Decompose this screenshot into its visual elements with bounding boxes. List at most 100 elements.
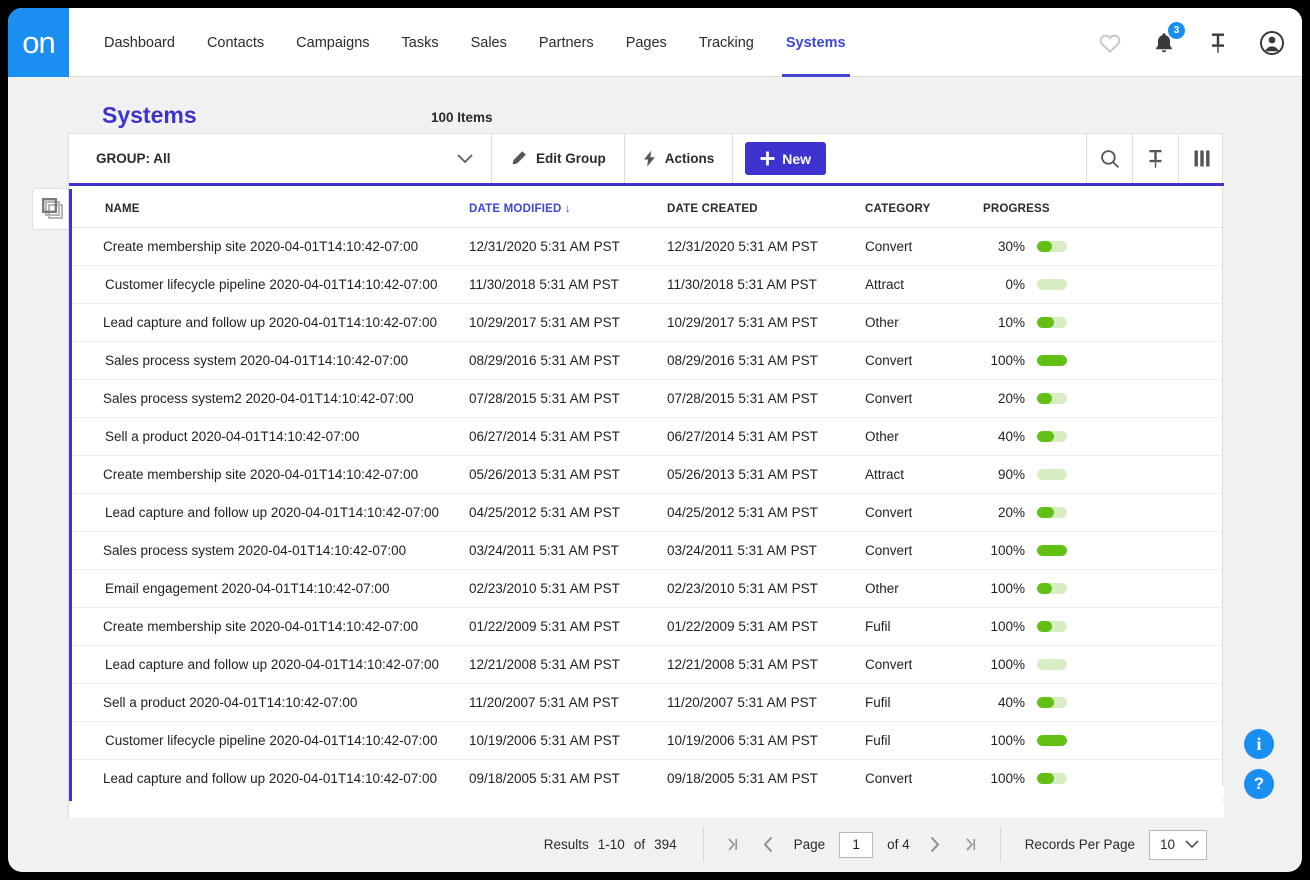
- nav-label: Campaigns: [296, 34, 370, 51]
- cell-spacer: [1111, 645, 1224, 684]
- table-left-accent-bar: [69, 189, 72, 801]
- nav-label: Sales: [470, 34, 507, 51]
- account-icon[interactable]: [1260, 30, 1284, 55]
- cell-name: Sales process system 2020-04-01T14:10:42…: [69, 341, 469, 380]
- cell-date-created: 11/30/2018 5:31 AM PST: [667, 265, 865, 304]
- cell-progress: 40%: [983, 683, 1111, 722]
- last-page-button[interactable]: [960, 834, 982, 856]
- brand-logo[interactable]: on: [8, 8, 69, 77]
- next-page-button[interactable]: [924, 834, 946, 856]
- nav-item-contacts[interactable]: Contacts: [191, 8, 280, 77]
- cell-date-modified: 12/31/2020 5:31 AM PST: [469, 227, 667, 266]
- cell-category: Other: [865, 303, 983, 342]
- progress-bar: [1037, 773, 1067, 784]
- page-total-label: of 4: [887, 837, 910, 852]
- progress-percent: 30%: [997, 239, 1025, 254]
- help-fab[interactable]: ?: [1244, 769, 1274, 799]
- progress-percent: 20%: [997, 505, 1025, 520]
- nav-item-tracking[interactable]: Tracking: [683, 8, 770, 77]
- heart-icon[interactable]: [1098, 31, 1122, 55]
- progress-percent: 90%: [997, 467, 1025, 482]
- nav-item-campaigns[interactable]: Campaigns: [280, 8, 385, 77]
- nav-item-dashboard[interactable]: Dashboard: [88, 8, 191, 77]
- table-row[interactable]: Customer lifecycle pipeline 2020-04-01T1…: [69, 265, 1224, 304]
- column-header-name[interactable]: NAME: [69, 189, 469, 228]
- page-title: Systems: [102, 102, 197, 128]
- records-per-page-select[interactable]: 10: [1149, 829, 1207, 860]
- nav-label: Tracking: [698, 34, 754, 51]
- table-row[interactable]: Customer lifecycle pipeline 2020-04-01T1…: [69, 721, 1224, 760]
- nav-item-sales[interactable]: Sales: [455, 8, 523, 77]
- search-icon[interactable]: [1086, 134, 1132, 183]
- table-row[interactable]: Create membership site 2020-04-01T14:10:…: [69, 455, 1224, 494]
- cell-category: Convert: [865, 493, 983, 532]
- table-row[interactable]: Create membership site 2020-04-01T14:10:…: [69, 227, 1224, 266]
- edit-group-label: Edit Group: [536, 151, 606, 166]
- cell-category: Convert: [865, 645, 983, 684]
- cell-name: Create membership site 2020-04-01T14:10:…: [69, 455, 469, 494]
- sort-desc-icon: ↓: [564, 203, 571, 215]
- table-row[interactable]: Email engagement 2020-04-01T14:10:42-07:…: [69, 569, 1224, 608]
- cell-progress: 20%: [983, 493, 1111, 532]
- page-number-input[interactable]: [839, 831, 874, 858]
- column-label: CATEGORY: [865, 203, 931, 215]
- column-header-category[interactable]: CATEGORY: [865, 189, 983, 228]
- layers-icon: [42, 198, 64, 220]
- table-row[interactable]: Lead capture and follow up 2020-04-01T14…: [69, 303, 1224, 342]
- actions-button[interactable]: Actions: [625, 134, 734, 183]
- pin-icon[interactable]: [1132, 134, 1178, 183]
- cell-spacer: [1111, 455, 1224, 494]
- nav-item-tasks[interactable]: Tasks: [386, 8, 455, 77]
- card-footer: [69, 801, 1224, 818]
- nav-label: Tasks: [401, 34, 439, 51]
- progress-bar: [1037, 583, 1067, 594]
- cell-category: Other: [865, 569, 983, 608]
- results-range: 1-10: [597, 837, 625, 852]
- table-row[interactable]: Create membership site 2020-04-01T14:10:…: [69, 607, 1224, 646]
- progress-percent: 100%: [990, 619, 1025, 634]
- nav-item-partners[interactable]: Partners: [523, 8, 610, 77]
- cell-category: Other: [865, 417, 983, 456]
- column-header-progress[interactable]: PROGRESS: [983, 189, 1111, 228]
- table-header: NAME DATE MODIFIED ↓ DATE CREATED CATEGO…: [69, 189, 1224, 228]
- cell-name: Create membership site 2020-04-01T14:10:…: [69, 227, 469, 266]
- group-filter-dropdown[interactable]: GROUP: All: [69, 134, 492, 183]
- table-row[interactable]: Lead capture and follow up 2020-04-01T14…: [69, 645, 1224, 684]
- column-header-date-created[interactable]: DATE CREATED: [667, 189, 865, 228]
- cell-date-created: 12/21/2008 5:31 AM PST: [667, 645, 865, 684]
- cell-name: Sell a product 2020-04-01T14:10:42-07:00: [69, 683, 469, 722]
- table-row[interactable]: Sales process system2 2020-04-01T14:10:4…: [69, 379, 1224, 418]
- pencil-icon: [510, 150, 527, 167]
- previous-page-button[interactable]: [758, 834, 780, 856]
- cell-date-created: 02/23/2010 5:31 AM PST: [667, 569, 865, 608]
- pagination-bar: Results 1-10 of 394 Page of 4 Records Pe…: [68, 818, 1223, 871]
- systems-list-card: GROUP: All Edit Group Actions New NAME D…: [68, 133, 1224, 818]
- cell-progress: 0%: [983, 265, 1111, 304]
- table-row[interactable]: Sell a product 2020-04-01T14:10:42-07:00…: [69, 683, 1224, 722]
- cell-name: Customer lifecycle pipeline 2020-04-01T1…: [69, 721, 469, 760]
- column-header-date-modified[interactable]: DATE MODIFIED ↓: [469, 189, 667, 228]
- cell-category: Attract: [865, 265, 983, 304]
- bell-icon[interactable]: 3: [1152, 21, 1185, 55]
- new-button[interactable]: New: [745, 142, 827, 175]
- table-row[interactable]: Sales process system 2020-04-01T14:10:42…: [69, 531, 1224, 570]
- results-label: Results: [543, 837, 589, 852]
- nav-item-pages[interactable]: Pages: [610, 8, 683, 77]
- page-navigation: Page of 4: [704, 827, 1001, 862]
- table-row[interactable]: Sales process system 2020-04-01T14:10:42…: [69, 341, 1224, 380]
- cell-name: Customer lifecycle pipeline 2020-04-01T1…: [69, 265, 469, 304]
- info-fab[interactable]: i: [1244, 729, 1274, 759]
- cell-spacer: [1111, 265, 1224, 304]
- nav-item-systems[interactable]: Systems: [770, 8, 862, 77]
- nav-label: Contacts: [206, 34, 265, 51]
- top-nav-icon-group: 3: [1098, 8, 1284, 77]
- list-toolbar: GROUP: All Edit Group Actions New: [69, 134, 1224, 186]
- pin-icon[interactable]: [1206, 31, 1230, 55]
- chevron-down-icon: [457, 153, 473, 164]
- horizontal-scrollbar-track[interactable]: [72, 786, 1224, 799]
- table-row[interactable]: Sell a product 2020-04-01T14:10:42-07:00…: [69, 417, 1224, 456]
- first-page-button[interactable]: [722, 834, 744, 856]
- columns-icon[interactable]: [1178, 134, 1224, 183]
- table-row[interactable]: Lead capture and follow up 2020-04-01T14…: [69, 493, 1224, 532]
- edit-group-button[interactable]: Edit Group: [492, 134, 625, 183]
